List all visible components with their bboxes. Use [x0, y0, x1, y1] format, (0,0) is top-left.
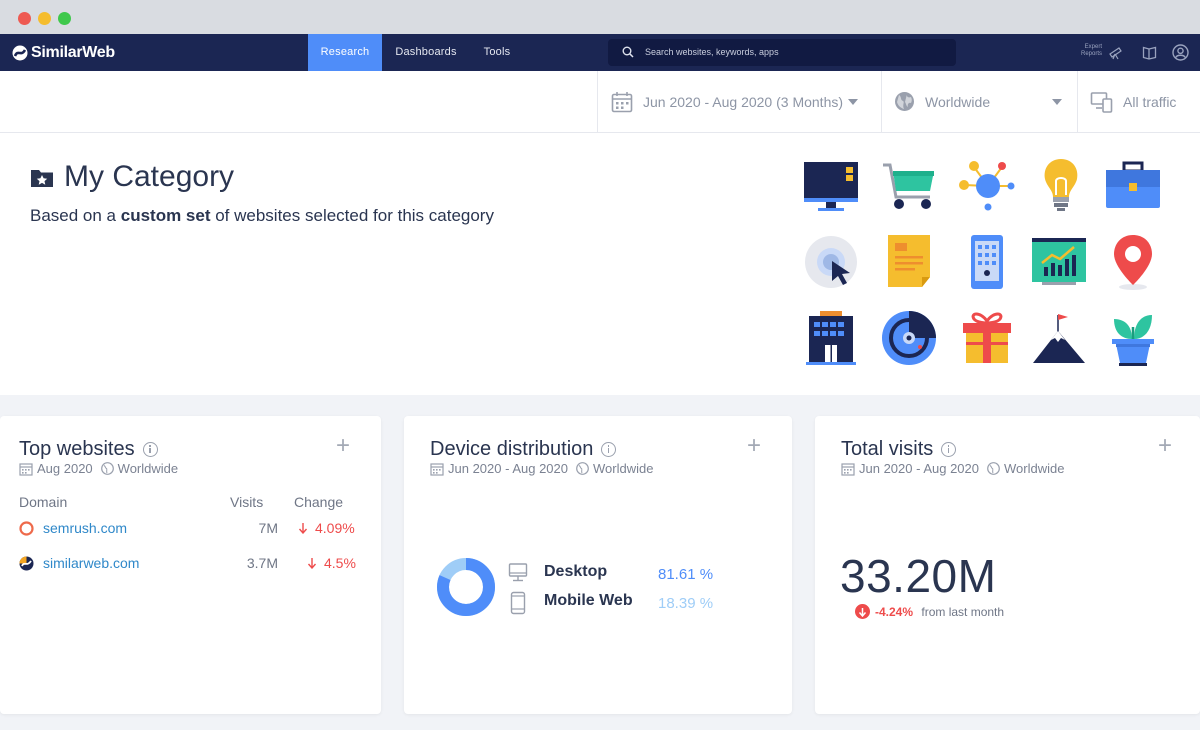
total-visits-value: 33.20M — [840, 550, 997, 602]
desktop-icon — [508, 563, 528, 582]
traffic-value: All traffic — [1123, 93, 1177, 110]
tab-dashboards[interactable]: Dashboards — [384, 34, 468, 71]
column-header-domain: Domain — [19, 494, 68, 510]
window-titlebar — [0, 0, 1200, 34]
calendar-icon — [19, 462, 33, 476]
calendar-icon — [611, 91, 633, 112]
globe-icon — [576, 462, 589, 475]
document-icon — [888, 235, 930, 287]
globe-icon — [100, 462, 114, 475]
date-range-value: Jun 2020 - Aug 2020 (3 Months) — [643, 93, 844, 110]
building-icon — [806, 311, 856, 365]
add-to-dashboard-button[interactable]: + — [747, 434, 761, 458]
lightbulb-icon — [1044, 159, 1078, 211]
device-distribution-card: Device distribution + Jun 2020 - Aug 202… — [404, 416, 792, 714]
expert-reports-label[interactable]: Expert Reports — [1077, 44, 1102, 58]
info-icon[interactable] — [142, 442, 158, 457]
phone-icon — [971, 235, 1003, 289]
arrow-down-circle-icon — [855, 604, 870, 619]
column-header-visits: Visits — [230, 494, 264, 510]
minimize-window-button[interactable] — [38, 12, 51, 25]
cursor-icon — [805, 236, 857, 288]
telescope-icon[interactable] — [1108, 45, 1123, 60]
close-window-button[interactable] — [18, 12, 31, 25]
semrush-favicon-icon — [19, 520, 34, 536]
logo-text: SimilarWeb — [31, 44, 115, 61]
visits-value: 7M — [258, 520, 278, 536]
filter-bar: Jun 2020 - Aug 2020 (3 Months) Worldwide… — [0, 71, 1200, 133]
trend-indicator: -4.24% from last month — [855, 604, 1004, 619]
region-label: Worldwide — [117, 461, 179, 476]
arrow-down-icon — [307, 558, 317, 569]
info-icon[interactable] — [941, 442, 957, 457]
search-input[interactable]: Search websites, keywords, apps — [645, 47, 779, 57]
search-icon — [622, 46, 634, 58]
region-dropdown[interactable]: Worldwide — [894, 71, 1064, 132]
plant-icon — [1112, 315, 1154, 366]
search-box[interactable]: Search websites, keywords, apps — [608, 39, 956, 66]
globe-icon — [987, 462, 1000, 475]
change-value: 4.5% — [324, 555, 356, 571]
mountain-icon — [1033, 314, 1085, 363]
category-title: My Category — [64, 160, 235, 193]
period-label: Jun 2020 - Aug 2020 — [448, 461, 568, 476]
site-link-similarweb[interactable]: similarweb.com — [19, 555, 139, 571]
tab-research[interactable]: Research — [308, 34, 382, 71]
calendar-icon — [841, 462, 855, 476]
category-header: My Category Based on a custom set of web… — [0, 133, 1200, 395]
account-icon[interactable] — [1172, 44, 1189, 61]
shopping-cart-icon — [883, 163, 934, 209]
add-to-dashboard-button[interactable]: + — [336, 434, 350, 458]
mobile-icon — [510, 591, 526, 615]
desktop-value: 81.61 % — [658, 566, 714, 583]
chevron-down-icon — [848, 98, 859, 105]
top-websites-title: Top websites — [19, 438, 135, 460]
date-range-dropdown[interactable]: Jun 2020 - Aug 2020 (3 Months) — [611, 71, 867, 132]
device-donut-chart — [437, 558, 495, 616]
maximize-window-button[interactable] — [58, 12, 71, 25]
folder-star-icon — [31, 169, 53, 187]
region-label: Worldwide — [593, 461, 654, 476]
site-link-semrush[interactable]: semrush.com — [19, 520, 127, 536]
book-icon[interactable] — [1142, 45, 1157, 60]
globe-icon — [895, 92, 914, 111]
similarweb-favicon-icon — [19, 556, 34, 570]
change-suffix: from last month — [918, 604, 1005, 619]
desktop-label: Desktop — [544, 563, 608, 580]
tab-tools[interactable]: Tools — [472, 34, 522, 71]
chart-board-icon — [1032, 238, 1086, 285]
devices-icon — [1090, 91, 1113, 113]
similarweb-logo-icon — [12, 45, 28, 61]
traffic-dropdown[interactable]: All traffic — [1090, 71, 1195, 132]
map-pin-icon — [1114, 235, 1152, 290]
similarweb-logo[interactable]: SimilarWeb — [12, 44, 115, 62]
calendar-icon — [430, 462, 444, 476]
chevron-down-icon — [1052, 99, 1062, 105]
change-percent: -4.24% — [875, 604, 914, 619]
mobile-web-label: Mobile Web — [544, 592, 633, 609]
info-icon[interactable] — [601, 442, 617, 457]
total-visits-card: Total visits + Jun 2020 - Aug 2020 World… — [815, 416, 1200, 714]
network-icon — [959, 161, 1015, 211]
device-distribution-title: Device distribution — [430, 438, 594, 460]
arrow-down-icon — [298, 523, 308, 534]
column-header-change: Change — [294, 494, 344, 510]
mobile-web-value: 18.39 % — [658, 595, 714, 612]
visits-value: 3.7M — [246, 555, 278, 571]
change-value: 4.09% — [315, 520, 355, 536]
category-subtitle: Based on a custom set of websites select… — [30, 206, 494, 225]
region-value: Worldwide — [925, 93, 991, 110]
monitor-icon — [804, 162, 858, 211]
top-navigation: SimilarWeb Research Dashboards Tools Sea… — [0, 34, 1200, 71]
radar-icon — [882, 311, 936, 365]
gift-icon — [963, 312, 1011, 363]
top-websites-card: Top websites + Aug 2020 Worldwide Domain… — [0, 416, 381, 714]
region-label: Worldwide — [1004, 461, 1065, 476]
add-to-dashboard-button[interactable]: + — [1158, 434, 1172, 458]
briefcase-icon — [1106, 161, 1160, 208]
total-visits-title: Total visits — [841, 438, 934, 460]
period-label: Jun 2020 - Aug 2020 — [859, 461, 979, 476]
period-label: Aug 2020 — [37, 461, 93, 476]
page-title: My Category — [30, 160, 234, 194]
